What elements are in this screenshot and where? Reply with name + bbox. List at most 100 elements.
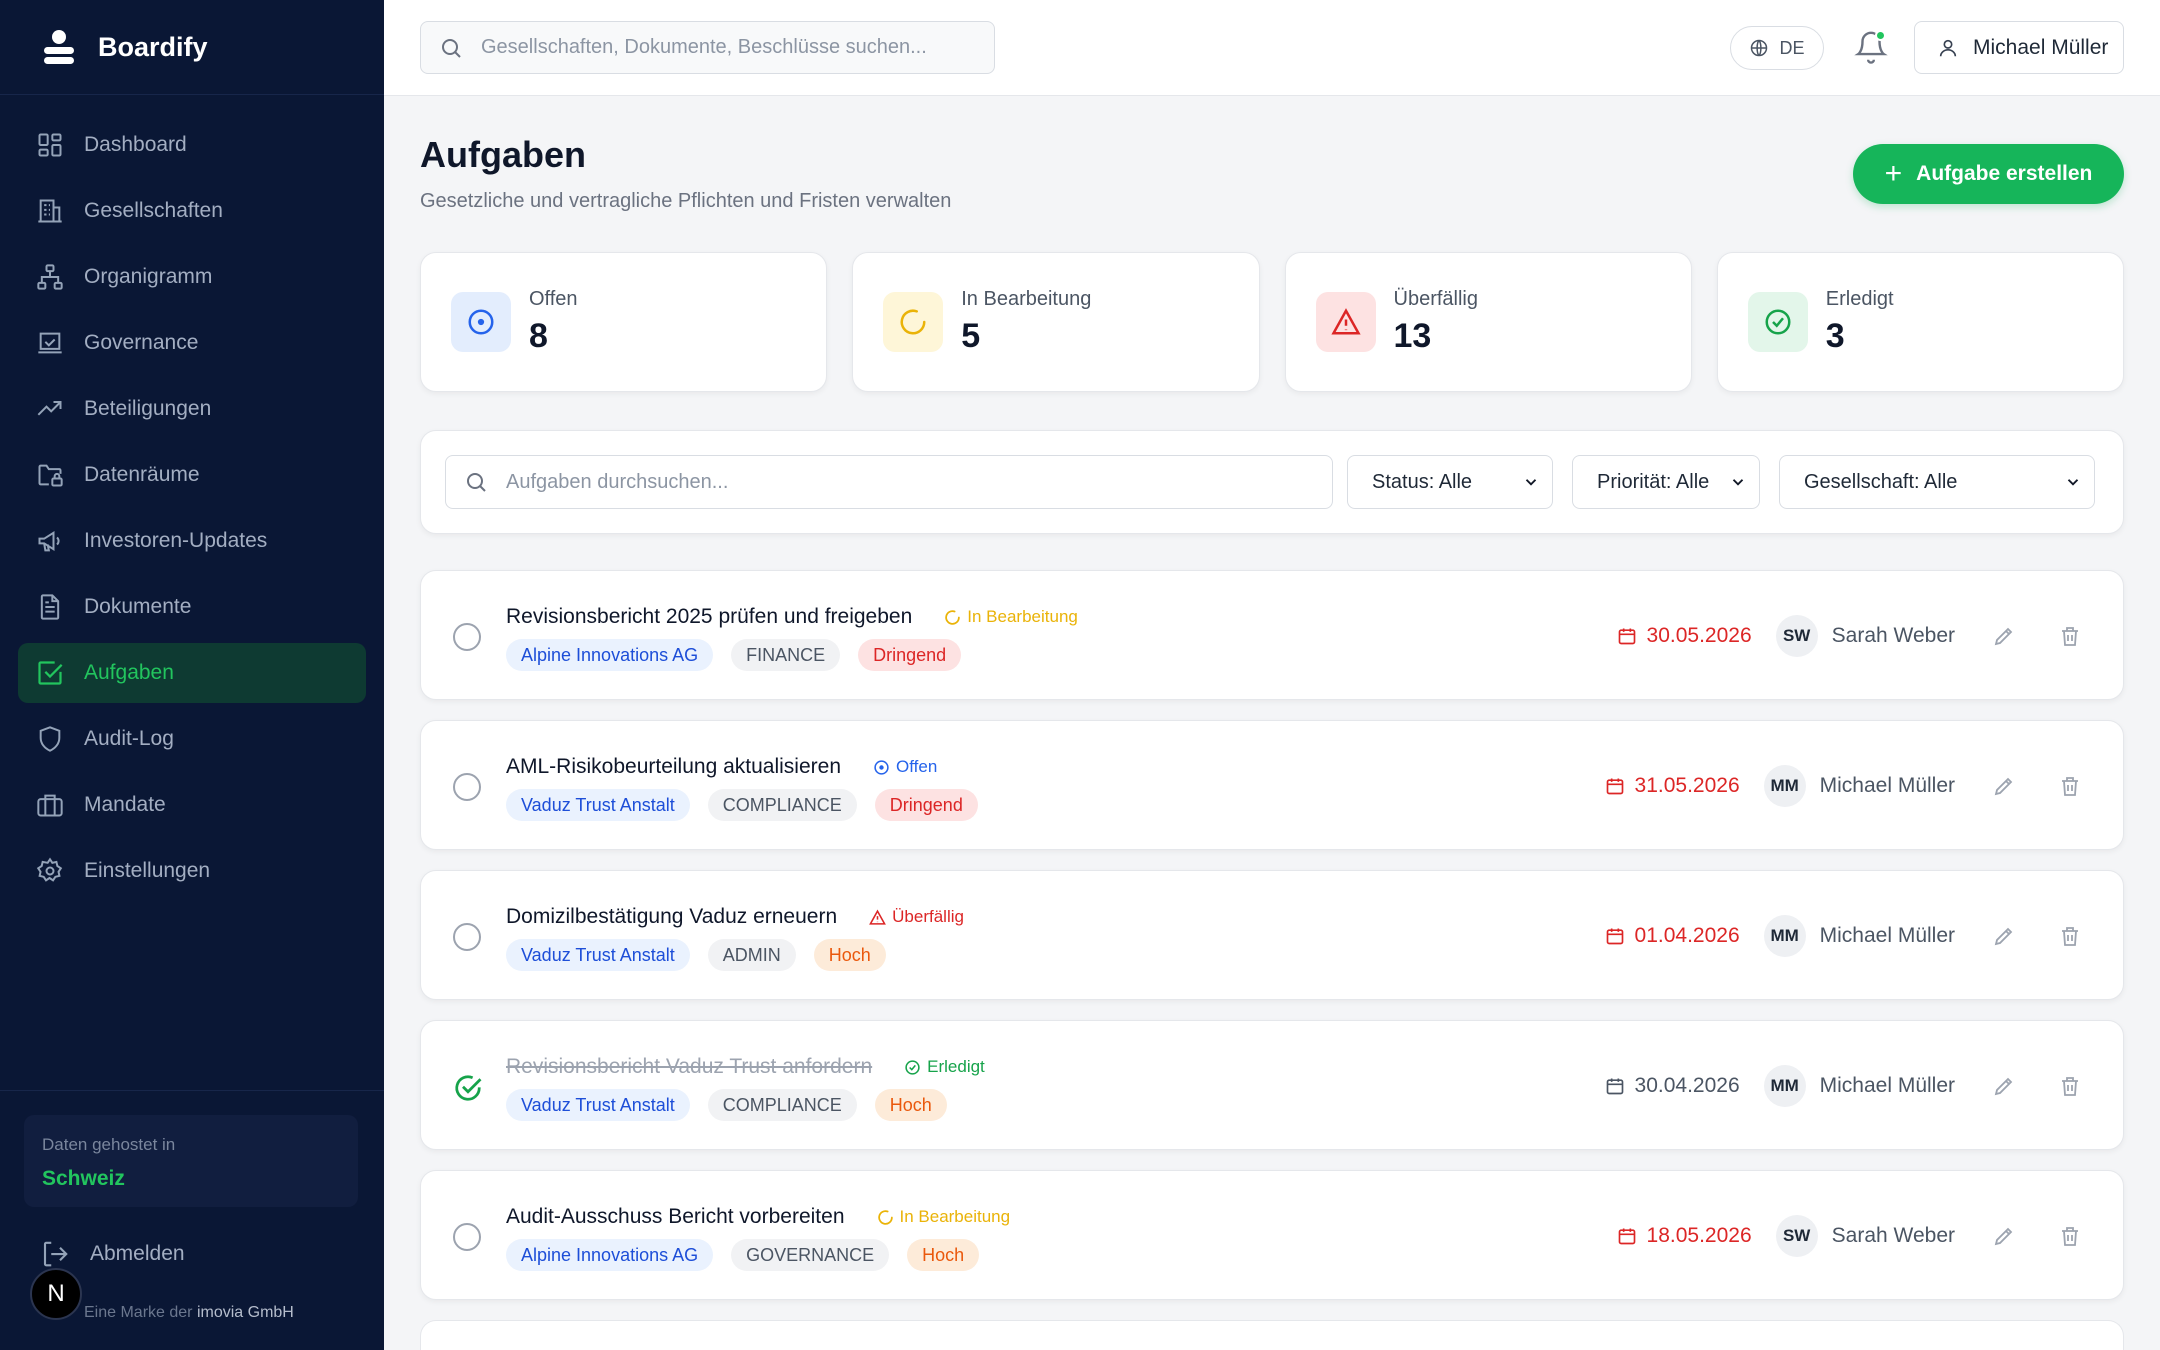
due-date: 30.05.2026 — [1617, 624, 1752, 648]
sidebar-item-dashboard[interactable]: Dashboard — [18, 115, 366, 175]
task-status-label: Offen — [896, 757, 938, 776]
notifications-button[interactable] — [1854, 30, 1888, 66]
task-row[interactable]: Revisionsbericht Vaduz Trust anfordern E… — [420, 1020, 2124, 1150]
task-status-label: In Bearbeitung — [967, 607, 1078, 626]
search-icon — [467, 473, 486, 492]
sidebar-item-gesellschaften[interactable]: Gesellschaften — [18, 181, 366, 241]
sidebar: Boardify Dashboard Gesellschaften Organi… — [0, 0, 384, 1350]
task-title: Revisionsbericht 2025 prüfen und freigeb… — [506, 605, 913, 628]
user-menu-button[interactable]: Michael Müller — [1914, 21, 2124, 74]
category-tag: FINANCE — [731, 639, 841, 671]
task-search[interactable] — [445, 455, 1333, 509]
sidebar-item-label: Datenräume — [84, 463, 200, 486]
task-status: Erledigt — [904, 1057, 985, 1077]
sidebar-footer: Daten gehostet in Schweiz Abmelden Eine … — [0, 1090, 384, 1350]
check-circle-icon — [905, 1059, 920, 1075]
sidebar-item-audit-log[interactable]: Audit-Log — [18, 709, 366, 769]
sidebar-item-label: Investoren-Updates — [84, 529, 268, 552]
shield-icon — [39, 726, 61, 752]
alert-triangle-icon — [869, 909, 887, 925]
plus-icon: + — [1884, 157, 1903, 190]
stat-value: 5 — [961, 317, 981, 355]
due-date-value: 18.05.2026 — [1646, 1224, 1752, 1247]
sidebar-item-einstellungen[interactable]: Einstellungen — [18, 841, 366, 901]
delete-button[interactable] — [2053, 919, 2087, 953]
sidebar-item-label: Audit-Log — [84, 727, 174, 750]
document-icon — [40, 594, 60, 620]
task-checkbox-checked[interactable] — [453, 1073, 482, 1101]
category-tag: COMPLIANCE — [707, 1089, 857, 1121]
pencil-icon — [1994, 1077, 2013, 1096]
task-row[interactable]: Audit-Ausschuss Bericht vorbereiten In B… — [420, 1170, 2124, 1300]
task-checkbox[interactable] — [453, 773, 481, 801]
edit-button[interactable] — [1987, 1219, 2021, 1253]
sidebar-item-datenraeume[interactable]: Datenräume — [18, 445, 366, 505]
edit-button[interactable] — [1987, 1069, 2021, 1103]
dashboard-icon — [38, 133, 62, 157]
task-checkbox[interactable] — [453, 923, 481, 951]
hosting-value: Schweiz — [42, 1167, 125, 1190]
stat-label: Erledigt — [1825, 288, 1894, 310]
check-circle-icon — [455, 1075, 482, 1101]
avatar: SW — [1775, 1215, 1818, 1257]
edit-button[interactable] — [1987, 769, 2021, 803]
edit-button[interactable] — [1987, 619, 2021, 653]
company-tag: Vaduz Trust Anstalt — [506, 939, 690, 971]
sidebar-item-aufgaben[interactable]: Aufgaben — [18, 643, 366, 703]
task-row-partial — [420, 1320, 2124, 1350]
stats-row: Offen 8 In Bearbeitung 5 Überfällig 13 E… — [420, 252, 2124, 392]
due-date-value: 01.04.2026 — [1634, 924, 1740, 947]
global-search-input[interactable] — [481, 36, 961, 59]
task-search-input[interactable] — [506, 470, 1306, 494]
priority-filter-select[interactable]: Priorität: Alle — [1572, 455, 1760, 509]
status-filter-select[interactable]: Status: Alle — [1347, 455, 1553, 509]
user-icon — [1939, 39, 1957, 56]
alert-triangle-icon — [1315, 292, 1376, 352]
status-filter-value: Status: Alle — [1372, 470, 1473, 493]
company-filter-value: Gesellschaft: Alle — [1804, 470, 1958, 493]
stat-card-ueberfaellig: Überfällig 13 — [1284, 252, 1692, 392]
task-status-label: Überfällig — [892, 907, 964, 926]
global-search[interactable] — [420, 21, 995, 74]
task-checkbox[interactable] — [453, 623, 481, 651]
task-status: Überfällig — [869, 907, 964, 927]
sidebar-item-mandate[interactable]: Mandate — [18, 775, 366, 835]
company-filter-select[interactable]: Gesellschaft: Alle — [1779, 455, 2095, 509]
dev-tools-badge[interactable]: N — [30, 1268, 82, 1320]
hosting-label: Daten gehostet in — [42, 1135, 176, 1154]
logout-label: Abmelden — [90, 1242, 185, 1265]
sidebar-item-investoren-updates[interactable]: Investoren-Updates — [18, 511, 366, 571]
org-chart-icon — [37, 264, 63, 290]
delete-button[interactable] — [2053, 1219, 2087, 1253]
stat-value: 3 — [1825, 317, 1845, 355]
pencil-icon — [1994, 627, 2013, 646]
brand-line: Eine Marke der imovia GmbH — [84, 1304, 294, 1322]
sidebar-item-organigramm[interactable]: Organigramm — [18, 247, 366, 307]
brand[interactable]: Boardify — [0, 0, 384, 95]
user-name: Michael Müller — [1973, 35, 2109, 59]
delete-button[interactable] — [2053, 1069, 2087, 1103]
delete-button[interactable] — [2053, 619, 2087, 653]
task-row[interactable]: Domizilbestätigung Vaduz erneuern Überfä… — [420, 870, 2124, 1000]
due-date-value: 30.05.2026 — [1646, 624, 1752, 647]
sidebar-item-beteiligungen[interactable]: Beteiligungen — [18, 379, 366, 439]
stat-card-offen: Offen 8 — [420, 252, 828, 392]
sidebar-item-governance[interactable]: Governance — [18, 313, 366, 373]
sidebar-item-label: Organigramm — [84, 265, 213, 288]
task-row[interactable]: Revisionsbericht 2025 prüfen und freigeb… — [420, 570, 2124, 700]
trash-icon — [2062, 927, 2078, 946]
trash-icon — [2062, 627, 2078, 646]
sidebar-item-label: Governance — [84, 331, 199, 354]
task-checkbox[interactable] — [453, 1223, 481, 1251]
delete-button[interactable] — [2053, 769, 2087, 803]
task-status-label: In Bearbeitung — [899, 1207, 1011, 1226]
task-row[interactable]: AML-Risikobeurteilung aktualisieren Offe… — [420, 720, 2124, 850]
sidebar-item-dokumente[interactable]: Dokumente — [18, 577, 366, 637]
logout-button[interactable]: Abmelden — [40, 1239, 185, 1269]
language-switcher[interactable]: DE — [1730, 26, 1824, 70]
edit-button[interactable] — [1987, 919, 2021, 953]
create-task-button[interactable]: + Aufgabe erstellen — [1853, 144, 2124, 204]
sidebar-nav: Dashboard Gesellschaften Organigramm Gov… — [0, 95, 384, 901]
filter-bar: Status: Alle Priorität: Alle Gesellschaf… — [420, 430, 2124, 534]
company-tag: Vaduz Trust Anstalt — [506, 789, 690, 821]
